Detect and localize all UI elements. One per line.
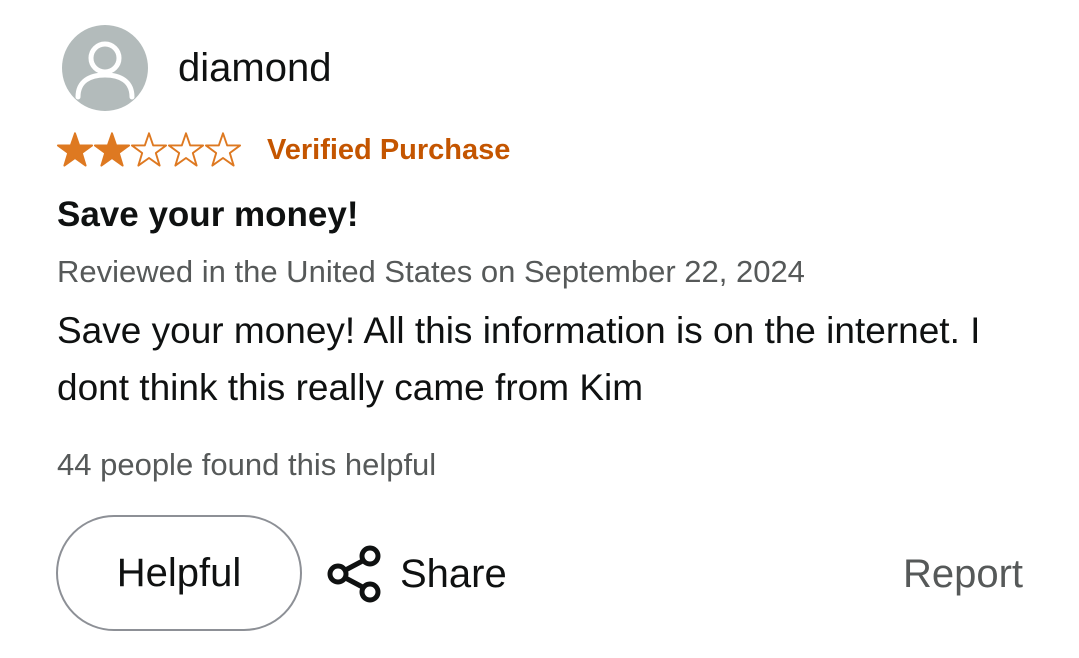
review-title: Save your money! [57, 195, 359, 234]
rating-row: Verified Purchase [56, 130, 510, 170]
report-link[interactable]: Report [903, 550, 1023, 598]
reviewer-name: diamond [178, 46, 332, 90]
customer-review: diamond Verified Purchase Save your mone… [0, 0, 1079, 658]
star-outline-icon [167, 132, 205, 167]
share-icon [327, 545, 381, 603]
star-outline-icon [130, 132, 168, 167]
user-silhouette-icon [75, 41, 135, 100]
helpful-button[interactable]: Helpful [56, 515, 302, 631]
review-date: Reviewed in the United States on Septemb… [57, 254, 805, 289]
star-filled-icon [56, 132, 94, 167]
star-outline-icon [204, 132, 242, 167]
share-label: Share [400, 552, 507, 596]
review-body: Save your money! All this information is… [57, 310, 981, 408]
star-filled-icon [93, 132, 131, 167]
avatar [62, 25, 148, 111]
helpful-count: 44 people found this helpful [57, 447, 437, 482]
share-button[interactable]: Share [326, 542, 507, 606]
star-rating [56, 131, 242, 169]
verified-purchase-badge: Verified Purchase [267, 134, 511, 166]
